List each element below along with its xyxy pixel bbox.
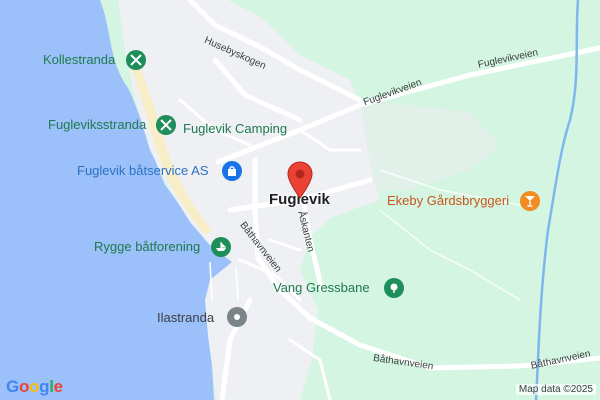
poi-label-rygge-batforening[interactable]: Rygge båtforening [94,239,200,254]
location-pin-icon[interactable] [286,161,314,199]
poi-label-fugleviksstranda[interactable]: Fugleviksstranda [48,117,146,132]
map-canvas[interactable]: Husebyskogen Fuglevikveien Fuglevikveien… [0,0,600,400]
place-icon[interactable] [227,307,247,327]
poi-label-fuglevik-batservice[interactable]: Fuglevik båtservice AS [77,163,209,178]
park-icon[interactable] [384,278,404,298]
poi-label-vang-gressbane[interactable]: Vang Gressbane [273,280,370,295]
beach-icon[interactable] [126,50,146,70]
poi-label-ilastranda[interactable]: Ilastranda [157,310,214,325]
poi-label-kollestranda[interactable]: Kollestranda [43,52,115,67]
poi-label-ekeby-gardsbryggeri[interactable]: Ekeby Gårdsbryggeri [387,193,509,208]
map-attribution[interactable]: Map data ©2025 [515,384,596,395]
poi-label-fuglevik-camping[interactable]: Fuglevik Camping [183,121,287,136]
beach-icon[interactable] [156,115,176,135]
built-up-area-east [360,100,500,190]
shopping-bag-icon[interactable] [222,161,242,181]
google-logo: Google [6,377,63,396]
boat-icon[interactable] [211,237,231,257]
cocktail-icon[interactable] [520,191,540,211]
